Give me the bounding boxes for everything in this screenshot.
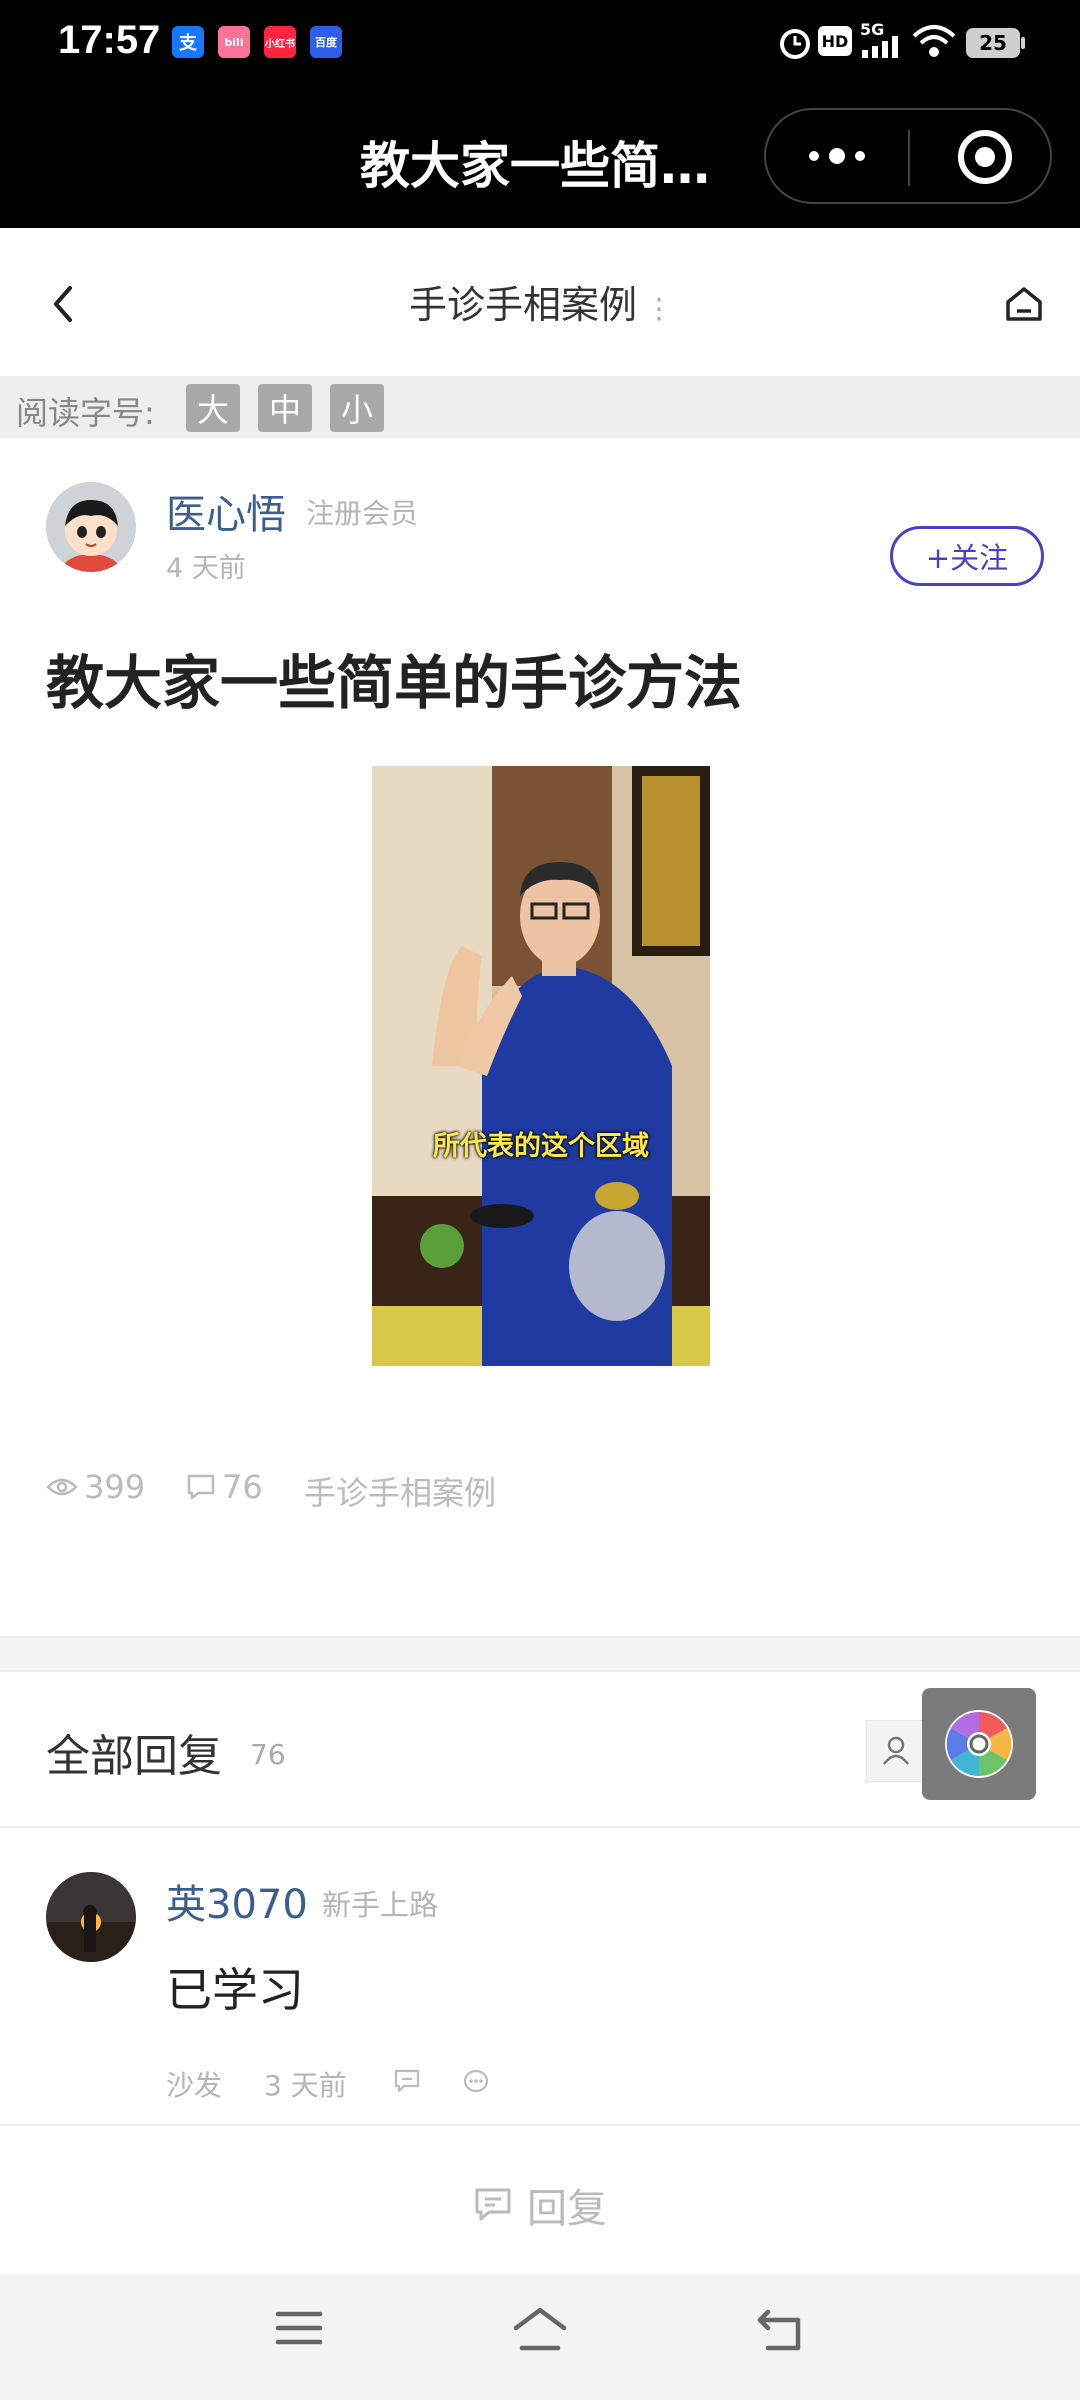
author-avatar[interactable]: [46, 482, 136, 572]
system-back-icon[interactable]: [754, 2306, 806, 2354]
more-icon[interactable]: [802, 134, 872, 178]
eye-icon: [46, 1478, 78, 1496]
reply-author-name[interactable]: 英3070: [166, 1872, 308, 1930]
alarm-icon: [780, 29, 810, 59]
font-size-bar: 阅读字号: 大 中 小: [0, 376, 1080, 438]
wifi-icon: [912, 25, 956, 57]
hd-icon: HD: [818, 26, 852, 56]
top-bar: 17:57 支 bili 小红书 百度 HD 5G 25 教大家一些简…: [0, 0, 1080, 228]
replies-count: 76: [250, 1738, 286, 1771]
post-category[interactable]: 手诊手相案例: [304, 1468, 496, 1514]
comment-count-value: 76: [222, 1468, 263, 1506]
nav-title-dots: ⋮: [645, 292, 673, 325]
battery-tip: [1021, 37, 1025, 49]
nav-title-text: 手诊手相案例: [408, 283, 637, 327]
sunset-avatar-icon: [46, 1872, 136, 1962]
comment-count: 76: [186, 1468, 263, 1506]
font-size-label: 阅读字号:: [16, 394, 155, 432]
status-time: 17:57: [58, 18, 161, 62]
nav-title[interactable]: 手诊手相案例 ⋮: [0, 274, 1080, 329]
reply-comment-icon[interactable]: [393, 2068, 421, 2094]
reply-text: 已学习: [166, 1963, 304, 2017]
cartoon-avatar-icon: [46, 482, 136, 572]
reply-button-label: 回复: [527, 2186, 607, 2232]
view-count: 399: [46, 1468, 145, 1506]
battery-icon: 25: [966, 28, 1020, 58]
replies-divider: [0, 1826, 1080, 1828]
font-size-small-button[interactable]: 小: [330, 384, 384, 432]
floating-assistant-button[interactable]: [922, 1688, 1036, 1800]
close-mini-program-icon[interactable]: [958, 130, 1012, 184]
bilibili-icon: bili: [218, 26, 250, 58]
video-frame-illustration: [372, 766, 710, 1366]
signal-icon: [862, 36, 898, 58]
xiaohongshu-icon: 小红书: [264, 26, 296, 58]
section-divider: [0, 1636, 1080, 1672]
reply-floor: 沙发: [166, 2069, 223, 2102]
view-count-value: 399: [84, 1468, 146, 1506]
font-size-medium-button[interactable]: 中: [258, 384, 312, 432]
reply-icon: [475, 2188, 511, 2221]
baidu-icon: 百度: [310, 26, 342, 58]
font-size-large-button[interactable]: 大: [186, 384, 240, 432]
reply-more-icon[interactable]: [462, 2068, 490, 2094]
video-caption: 所代表的这个区域: [433, 1131, 649, 1162]
nav-bar: 手诊手相案例 ⋮: [0, 228, 1080, 376]
reply-author-role: 新手上路: [322, 1888, 439, 1922]
reply-divider: [0, 2124, 1080, 2126]
user-icon: [883, 1736, 909, 1765]
post-time: 4 天前: [166, 553, 246, 584]
recents-menu-icon[interactable]: [274, 2306, 324, 2350]
reply-time: 3 天前: [264, 2069, 347, 2102]
author-only-filter-button[interactable]: [866, 1720, 926, 1782]
mini-program-title: 教大家一些简…: [360, 137, 710, 195]
alipay-icon: 支: [172, 26, 204, 58]
color-wheel-search-icon: [945, 1710, 1013, 1778]
author-role-badge: 注册会员: [306, 497, 419, 530]
reply-avatar[interactable]: [46, 1872, 136, 1962]
follow-button[interactable]: +关注: [890, 526, 1044, 586]
replies-heading: 全部回复: [46, 1731, 222, 1782]
post-video[interactable]: 所代表的这个区域: [372, 766, 710, 1366]
home-icon[interactable]: [1004, 284, 1044, 324]
system-nav-bar: [0, 2274, 1080, 2400]
comment-icon: [187, 1474, 215, 1500]
reply-button[interactable]: 回复: [0, 2176, 1080, 2234]
post-title: 教大家一些简单的手诊方法: [46, 649, 743, 717]
author-name[interactable]: 医心悟: [166, 482, 286, 540]
capsule-menu: [764, 108, 1052, 204]
system-home-icon[interactable]: [510, 2306, 570, 2354]
capsule-divider: [908, 130, 910, 186]
